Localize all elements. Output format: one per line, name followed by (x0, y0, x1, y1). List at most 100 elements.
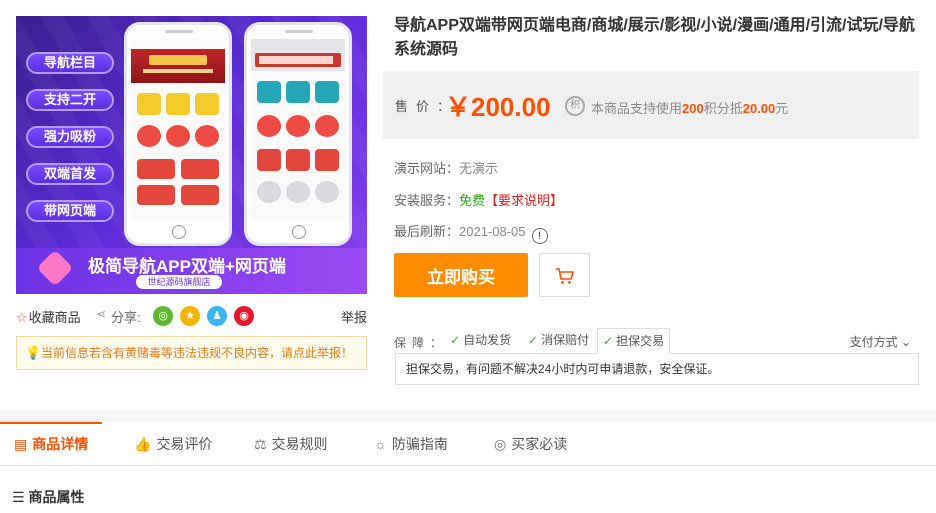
tab-anti-fraud[interactable]: ☼ 防骗指南 (374, 422, 448, 466)
phone-home-button (292, 225, 306, 239)
product-image[interactable]: 导航栏目 支持二开 强力吸粉 双端首发 带网页端 极简导航APP双端+网页端 世… (16, 16, 367, 294)
favorite-label: 收藏商品 (28, 310, 81, 325)
document-icon: ▤ (14, 436, 28, 452)
refresh-row: 最后刷新：2021-08-05! (394, 221, 548, 244)
app-tile (286, 149, 310, 171)
section-title: 商品属性 (28, 489, 85, 505)
phone-screen (251, 39, 345, 221)
section-divider (0, 410, 936, 422)
report-link[interactable]: 举报 (341, 307, 367, 326)
star-icon: ☆ (16, 310, 28, 325)
app-tile (315, 115, 339, 137)
tab-reviews[interactable]: 👍 交易评价 (134, 422, 212, 466)
tab-label: 交易规则 (271, 436, 328, 452)
app-tile (257, 81, 281, 103)
qzone-icon[interactable]: ★ (180, 306, 200, 326)
app-tile (257, 149, 281, 171)
tab-label: 商品详情 (32, 436, 89, 452)
tab-buyer-notice[interactable]: ◎ 买家必读 (494, 422, 567, 466)
app-tile (286, 81, 310, 103)
app-tile (286, 115, 310, 137)
thumbs-up-icon: 👍 (134, 436, 152, 452)
check-icon: ✓ (528, 333, 539, 347)
app-tile (315, 81, 339, 103)
wechat-icon[interactable]: ◎ (153, 306, 173, 326)
feature-pill: 导航栏目 (26, 52, 114, 74)
demo-label: 演示网站： (394, 161, 460, 176)
phone-home-button (172, 225, 186, 239)
guarantee-tab-escrow[interactable]: ✓ 担保交易 (597, 328, 671, 354)
phone-speaker (165, 30, 193, 33)
app-tile (166, 93, 190, 115)
list-icon: ☰ (12, 489, 29, 505)
app-tile (181, 185, 219, 205)
detail-tabs: ▤ 商品详情 👍 交易评价 ⚖ 交易规则 ☼ 防骗指南 ◎ 买家必读 (0, 422, 936, 466)
points-mid: 积分抵 (703, 101, 743, 116)
info-icon[interactable]: ! (531, 228, 548, 244)
phone-mockup-right (244, 22, 352, 246)
qq-icon[interactable]: ♟ (207, 306, 227, 326)
image-banner-title: 极简导航APP双端+网页端 (88, 257, 286, 276)
app-tile (315, 149, 339, 171)
points-info: 本商品支持使用200积分抵20.00元 (591, 98, 788, 117)
feature-pill: 双端首发 (26, 163, 114, 185)
feature-pill: 强力吸粉 (26, 126, 114, 148)
guarantee-tab-compensation[interactable]: ✓ 消保赔付 (523, 328, 594, 354)
chevron-down-icon: ⌄ (897, 335, 911, 349)
buy-now-button[interactable]: 立即购买 (394, 253, 528, 297)
app-tile (195, 93, 219, 115)
refresh-value: 2021-08-05 (459, 224, 526, 239)
guarantee-tab-label: 担保交易 (616, 334, 665, 348)
payment-method-dropdown[interactable]: 支付方式 ⌄ (850, 333, 911, 350)
compass-icon: ◎ (494, 436, 507, 452)
phone-screen (131, 39, 225, 221)
demo-value: 无演示 (459, 161, 499, 176)
app-tile (257, 115, 281, 137)
app-tile (257, 181, 281, 203)
weibo-icon[interactable]: ◉ (234, 306, 254, 326)
warning-text: 当前信息若含有黄赌毒等违法违规不良内容，请点此举报！ (41, 346, 354, 360)
demo-row: 演示网站：无演示 (394, 158, 498, 177)
cart-icon (556, 268, 575, 284)
points-suffix: 元 (775, 101, 789, 116)
tab-trade-rules[interactable]: ⚖ 交易规则 (254, 422, 328, 466)
app-tile (166, 125, 190, 147)
tab-label: 防骗指南 (391, 436, 448, 452)
favorite-button[interactable]: ☆收藏商品 (16, 307, 81, 326)
points-icon: 积 (565, 96, 585, 116)
app-tile (315, 181, 339, 203)
points-prefix: 本商品支持使用 (591, 101, 683, 116)
product-attributes-title: ☰ 商品属性 (12, 487, 84, 507)
app-tile (137, 125, 161, 147)
feature-pill: 支持二开 (26, 89, 114, 111)
guarantee-tab-auto-delivery[interactable]: ✓ 自动发货 (445, 328, 516, 354)
guarantee-label: 保障： (394, 336, 449, 350)
app-notice (255, 53, 341, 67)
share-label: 分享: (111, 310, 141, 325)
guarantee-tab-label: 自动发货 (463, 333, 512, 347)
points-amount: 200 (682, 101, 704, 116)
install-label: 安装服务： (394, 193, 460, 208)
report-warning[interactable]: 💡 当前信息若含有黄赌毒等违法违规不良内容，请点此举报！ (16, 336, 367, 370)
add-to-cart-button[interactable] (539, 253, 590, 297)
payment-method-label: 支付方式 (849, 335, 898, 349)
scale-icon: ⚖ (254, 436, 267, 452)
product-page: 导航栏目 支持二开 强力吸粉 双端首发 带网页端 极简导航APP双端+网页端 世… (0, 0, 936, 513)
feature-pill: 带网页端 (26, 200, 114, 222)
check-icon: ✓ (450, 333, 461, 347)
share-icon: ⋖ (96, 307, 107, 321)
phone-mockup-left (124, 22, 232, 246)
install-requirements-link[interactable]: 【要求说明】 (485, 193, 563, 208)
tab-product-details[interactable]: ▤ 商品详情 (0, 422, 103, 466)
action-row: ☆收藏商品 ⋖ 分享: ◎ ★ ♟ ◉ 举报 (16, 305, 367, 327)
tab-label: 买家必读 (511, 436, 568, 452)
bulb-icon: ☼ (374, 436, 387, 452)
image-banner-sub: 世纪源码旗舰店 (136, 275, 222, 289)
points-value: 20.00 (742, 101, 776, 116)
app-tile (286, 181, 310, 203)
app-tile (195, 125, 219, 147)
phone-speaker (285, 30, 313, 33)
app-tile (137, 185, 175, 205)
price-value: ￥200.00 (445, 92, 551, 122)
guarantee-content: 担保交易，有问题不解决24小时内可申请退款，安全保证。 (395, 353, 919, 385)
